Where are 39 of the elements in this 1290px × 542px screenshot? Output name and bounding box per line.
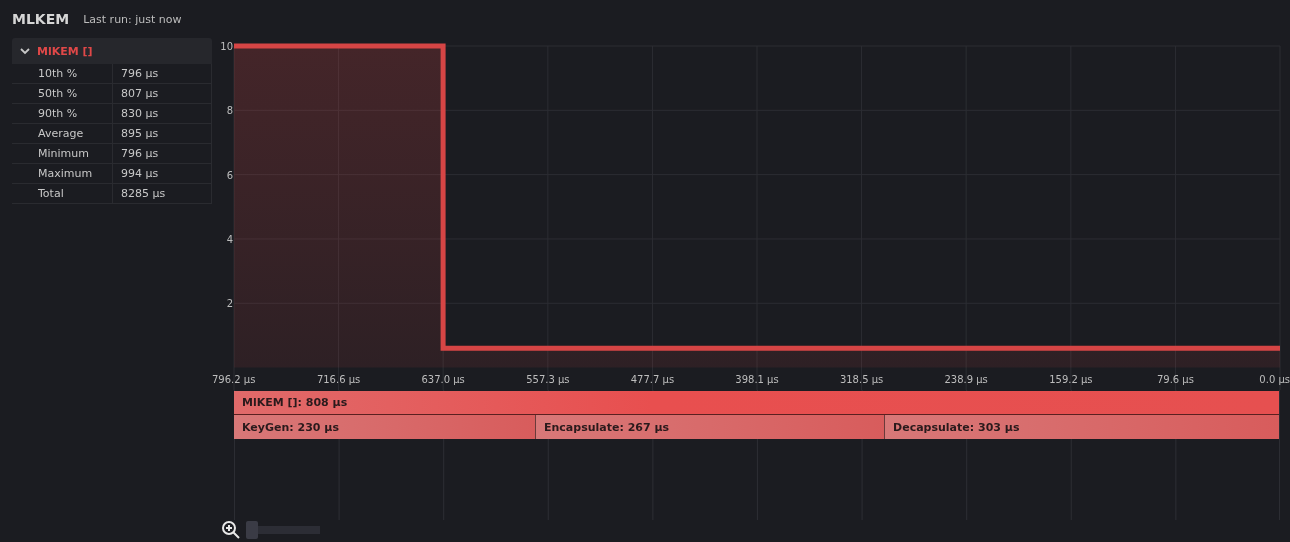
stat-value: 830 µs [121, 107, 159, 120]
x-tick-label: 238.9 µs [944, 374, 988, 385]
stat-value: 895 µs [121, 127, 159, 140]
x-tick-label: 0.0 µs [1259, 374, 1290, 385]
flame-bar[interactable]: Encapsulate: 267 µs [535, 415, 886, 439]
stat-label: 10th % [38, 67, 78, 80]
app-title: MLKEM [12, 11, 70, 27]
y-tick-label: 2 [226, 298, 233, 310]
stat-value: 796 µs [121, 147, 159, 160]
chevron-icon[interactable] [19, 45, 31, 57]
flame-bar[interactable]: MlKEM []: 808 µs [234, 391, 1279, 415]
stat-label: Total [38, 187, 64, 200]
x-tick-label: 159.2 µs [1049, 374, 1093, 385]
stat-value: 807 µs [121, 87, 159, 100]
last-run-text: Last run: just now [83, 12, 182, 26]
flame-bar[interactable]: KeyGen: 230 µs [234, 415, 536, 439]
y-tick-label: 10 [220, 41, 233, 52]
stat-label: Average [38, 127, 84, 140]
x-tick-label: 716.6 µs [316, 374, 361, 385]
y-tick-label: 8 [226, 105, 233, 117]
stat-label: Minimum [38, 147, 89, 160]
stat-label: 90th % [38, 107, 78, 120]
stat-value: 994 µs [121, 167, 159, 180]
x-tick-label: 796.2 µs [212, 374, 256, 385]
stat-value: 796 µs [121, 67, 159, 80]
tree-item-label[interactable]: MlKEM [] [37, 44, 93, 58]
slider-thumb[interactable] [246, 521, 258, 539]
flame-bar[interactable]: Decapsulate: 303 µs [885, 415, 1279, 439]
x-tick-label: 557.3 µs [526, 374, 570, 385]
x-tick-label: 318.5 µs [839, 374, 884, 385]
stat-value: 8285 µs [121, 187, 166, 200]
y-tick-label: 6 [226, 169, 233, 181]
x-tick-label: 398.1 µs [735, 374, 779, 385]
y-tick-label: 4 [226, 233, 233, 245]
stat-label: Maximum [38, 167, 93, 180]
stat-label: 50th % [38, 87, 78, 100]
x-tick-label: 637.0 µs [421, 374, 465, 385]
x-tick-label: 477.7 µs [630, 374, 675, 385]
x-tick-label: 79.6 µs [1156, 374, 1194, 385]
